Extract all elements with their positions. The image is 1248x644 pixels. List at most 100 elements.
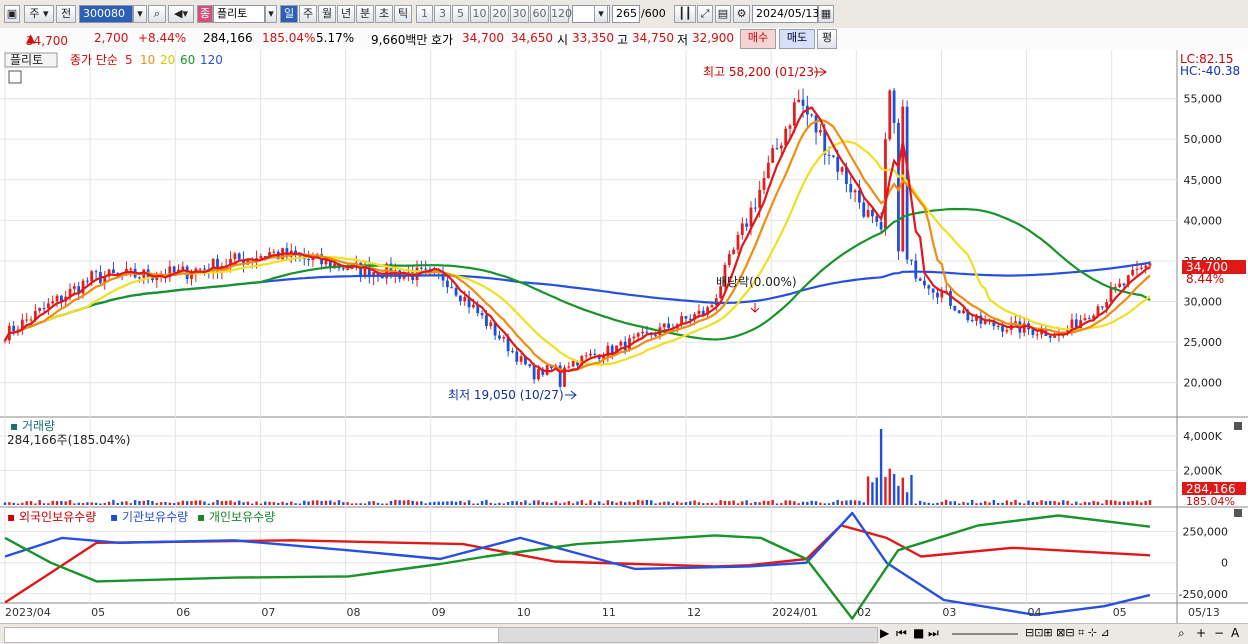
- volume-bar: [216, 499, 219, 505]
- volume-bar: [333, 502, 336, 505]
- scroll-thumb[interactable]: [498, 627, 878, 643]
- interval-button-120[interactable]: 120: [550, 5, 572, 23]
- date-input[interactable]: 2024/05/13: [752, 5, 819, 23]
- volume-bar: [983, 501, 987, 505]
- candle-body: [259, 256, 263, 259]
- play-icon[interactable]: ▶: [880, 626, 889, 640]
- candle-body: [1048, 336, 1052, 338]
- interval-button-60[interactable]: 60: [530, 5, 549, 23]
- font-size-icon[interactable]: A: [1231, 626, 1239, 640]
- speed-slider[interactable]: [952, 633, 1018, 635]
- volume-bar: [316, 500, 319, 505]
- rewind-icon[interactable]: ⏮: [896, 626, 907, 641]
- period-tab-2[interactable]: 월: [318, 5, 336, 23]
- calendar-icon[interactable]: ▦: [818, 5, 834, 23]
- volume-bar: [133, 500, 137, 505]
- candle-body: [1100, 306, 1104, 308]
- chevron-down-icon-2[interactable]: ▾: [265, 5, 277, 23]
- volume-bar: [624, 502, 627, 505]
- volume-bar: [1040, 500, 1043, 505]
- candle-body: [1083, 318, 1087, 321]
- search-icon[interactable]: ⌕: [148, 5, 166, 23]
- period-tab-1[interactable]: 주: [299, 5, 317, 23]
- volume-bar: [424, 503, 427, 505]
- volume-bar: [610, 501, 614, 505]
- chevron-down-icon[interactable]: ▾: [133, 5, 147, 23]
- minus-icon[interactable]: −: [1214, 626, 1224, 640]
- period-tab-0[interactable]: 일: [280, 5, 298, 23]
- close-icon-2[interactable]: [1234, 509, 1242, 517]
- volume-bar: [1036, 502, 1039, 505]
- month-label: 07: [261, 606, 275, 619]
- candle-icon[interactable]: ┃┃: [674, 5, 696, 23]
- candle-body: [138, 277, 141, 279]
- forward-icon[interactable]: ⏭: [928, 626, 939, 641]
- stock-name-field[interactable]: 플리토: [213, 5, 265, 23]
- candle-body: [424, 268, 428, 270]
- interval-button-20[interactable]: 20: [490, 5, 509, 23]
- count-input[interactable]: 265: [612, 5, 640, 23]
- period-tab-5[interactable]: 초: [375, 5, 393, 23]
- period-tab-3[interactable]: 년: [337, 5, 355, 23]
- holdings-tick-label: 250,000: [1183, 526, 1229, 539]
- volume-bar: [537, 500, 540, 505]
- candle-body: [771, 148, 775, 163]
- zoom-icon[interactable]: ⌕: [1178, 626, 1185, 641]
- prev-button[interactable]: 전: [56, 5, 76, 23]
- candle-body: [936, 292, 939, 298]
- volume-bar: [784, 500, 787, 505]
- eval-button[interactable]: 평: [817, 29, 837, 49]
- candle-body: [792, 102, 796, 126]
- candle-body: [762, 178, 766, 190]
- candle-body: [996, 325, 1000, 327]
- type-select[interactable]: 주 ▾: [24, 5, 54, 23]
- volume-bar: [394, 499, 397, 505]
- interval-button-10[interactable]: 10: [470, 5, 489, 23]
- legend-ma60: 60: [180, 53, 195, 67]
- buy-button[interactable]: 매수: [740, 29, 776, 49]
- candle-body: [458, 295, 462, 302]
- volume-bar: [73, 503, 76, 505]
- stop-icon[interactable]: ■: [913, 626, 924, 640]
- interval-button-30[interactable]: 30: [510, 5, 529, 23]
- volume-bar: [936, 502, 939, 505]
- volume-bar: [467, 500, 471, 505]
- volume-bar: [719, 500, 722, 505]
- volume-bar: [203, 501, 206, 505]
- inst-holdings-line: [4, 511, 1151, 617]
- close-icon[interactable]: [1234, 422, 1242, 430]
- interval-button-3[interactable]: 3: [434, 5, 451, 23]
- period-tab-6[interactable]: 틱: [394, 5, 412, 23]
- volume-bar: [576, 501, 579, 505]
- volume-bar: [272, 502, 276, 505]
- candle-body: [831, 155, 835, 157]
- volume-bar: [1144, 501, 1147, 505]
- gear-icon[interactable]: ⚙: [733, 5, 750, 23]
- candle-body: [519, 356, 523, 362]
- interval-button-1[interactable]: 1: [416, 5, 433, 23]
- plus-icon[interactable]: +: [1196, 626, 1206, 640]
- volume-bar: [238, 500, 241, 505]
- interval-button-5[interactable]: 5: [452, 5, 469, 23]
- period-tab-4[interactable]: 분: [356, 5, 374, 23]
- sell-button[interactable]: 매도: [779, 29, 815, 49]
- volume-bar: [320, 501, 323, 505]
- speaker-icon[interactable]: ◀▾: [168, 5, 194, 23]
- trend-icon[interactable]: ⤢: [697, 5, 713, 23]
- ask-price: 34,700: [462, 31, 504, 45]
- month-label: 08: [347, 606, 361, 619]
- tool-icons[interactable]: ⊟⊡⊞ ⊠⊟ ⌗ ⊹ ⊿: [1025, 626, 1110, 640]
- volume-bar: [901, 477, 904, 505]
- window-icon[interactable]: ▣: [4, 5, 20, 23]
- candle-body: [875, 216, 879, 222]
- volume-bar: [637, 499, 640, 505]
- candle-body: [181, 266, 185, 270]
- table-icon[interactable]: [8, 70, 22, 84]
- volume-bar: [511, 501, 514, 505]
- code-input[interactable]: 300080: [79, 5, 133, 23]
- scroll-track[interactable]: [4, 627, 500, 643]
- candle-body: [836, 156, 840, 172]
- volume-bar: [667, 501, 670, 505]
- save-icon[interactable]: ▤: [715, 5, 731, 23]
- chevron-down-icon-3[interactable]: ▾: [594, 5, 608, 23]
